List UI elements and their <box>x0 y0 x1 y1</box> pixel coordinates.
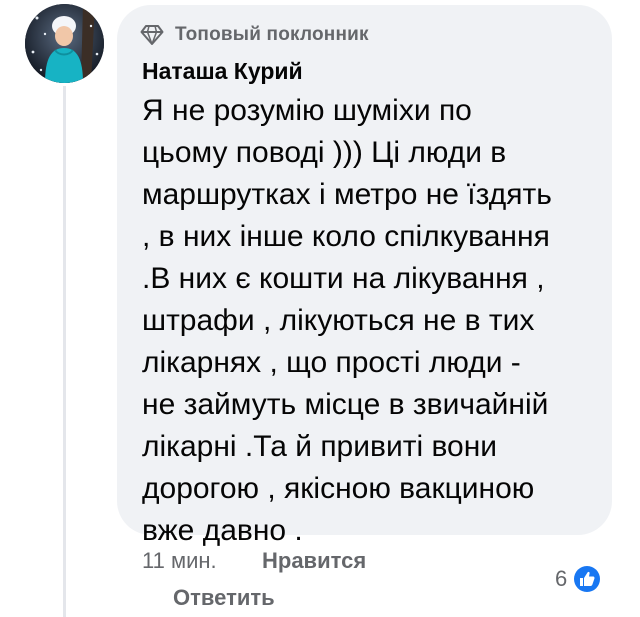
thumbs-up-icon <box>571 563 603 595</box>
reply-button[interactable]: Ответить <box>173 585 275 611</box>
top-fan-badge: Топовый поклонник <box>140 22 369 48</box>
diamond-icon <box>140 24 164 46</box>
comment-line: цьому поводі ))) Ці люди в <box>142 136 507 169</box>
reactions-summary[interactable]: 6 <box>555 562 603 596</box>
badge-label: Топовый поклонник <box>175 24 369 45</box>
comment-line: лікарнях , що прості люди - <box>142 346 521 379</box>
comment-line: не займуть місце в звичайній <box>142 388 549 421</box>
avatar[interactable] <box>25 4 104 83</box>
comment-line: дорогою , якісною вакциною <box>142 472 535 505</box>
like-button[interactable]: Нравится <box>262 548 366 578</box>
thread-line <box>63 86 66 617</box>
comment-line: .В них є кошти на лікування , <box>142 262 545 295</box>
comment-line: маршрутках і метро не їздять <box>142 178 552 211</box>
reaction-count: 6 <box>555 566 568 591</box>
comment-line: вже давно . <box>142 514 303 547</box>
comment-line: лікарні .Та й привиті вони <box>142 430 498 463</box>
avatar-photo <box>25 4 104 83</box>
timestamp[interactable]: 11 мин. <box>142 548 217 578</box>
comment-line: штрафи , лікуються не в тих <box>142 304 535 337</box>
comment-line: Я не розумію шуміхи по <box>142 94 472 127</box>
comment-line: , в них інше коло спілкування <box>142 220 550 253</box>
comment-text: Я не розумію шуміхи по цьому поводі ))) … <box>142 90 602 552</box>
author-name[interactable]: Наташа Курий <box>142 58 303 85</box>
